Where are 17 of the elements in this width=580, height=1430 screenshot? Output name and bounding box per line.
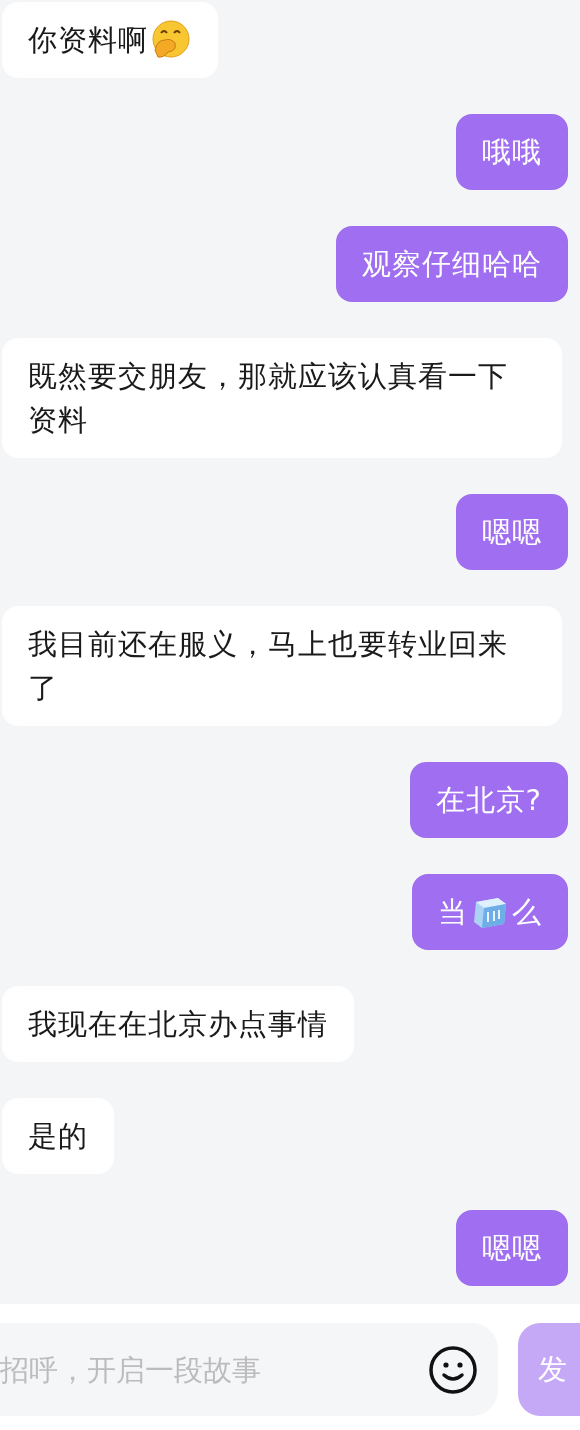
send-button[interactable]: 发 (518, 1323, 580, 1416)
message-text: 哦哦 (482, 134, 542, 171)
message-text: 观察仔细哈哈 (362, 246, 542, 283)
message-text: 么 (512, 894, 542, 931)
message-text: 我目前还在服义，马上也要转业回来了 (28, 626, 509, 707)
message-text: 嗯嗯 (482, 514, 542, 551)
message-text: 在北京? (435, 782, 542, 819)
message-text: 你资料啊 (28, 22, 148, 59)
hand-over-mouth-emoji-icon (150, 20, 190, 60)
emoji-icon[interactable] (428, 1344, 478, 1395)
message-text: 既然要交朋友，那就应该认真看一下资料 (28, 358, 509, 439)
message-input-field[interactable]: 招呼，开启一段故事 (0, 1323, 498, 1416)
message-input[interactable]: 招呼，开启一段故事 (0, 1352, 428, 1387)
message-text: 是的 (28, 1118, 88, 1155)
message-text: 嗯嗯 (482, 1230, 542, 1267)
message-text: 当 (438, 894, 468, 931)
message-text: 我现在在北京办点事情 (28, 1006, 328, 1043)
